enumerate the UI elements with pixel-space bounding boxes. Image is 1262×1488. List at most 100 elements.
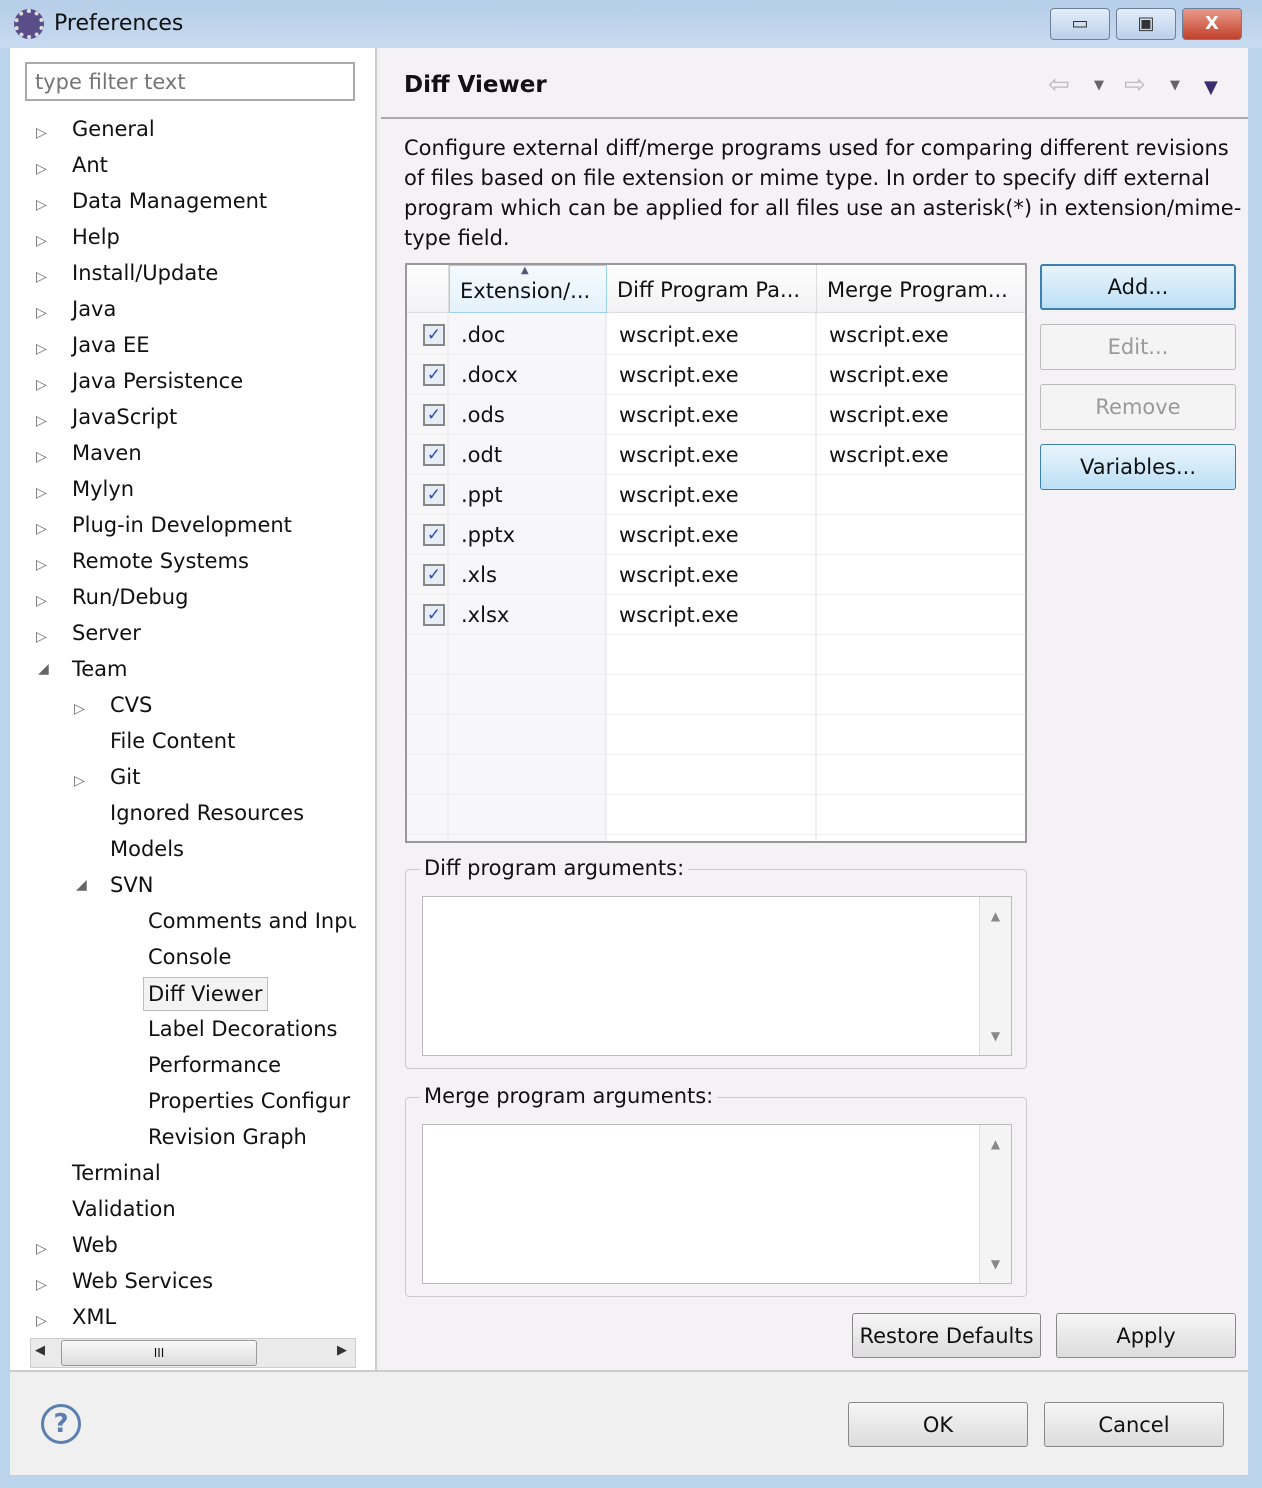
- tree-item-label: Mylyn: [72, 477, 135, 501]
- row-checkbox[interactable]: ✓: [423, 524, 445, 546]
- row-checkbox[interactable]: ✓: [423, 484, 445, 506]
- table-row[interactable]: ✓ .xls wscript.exe: [407, 555, 1025, 595]
- view-menu-icon[interactable]: ▼: [1204, 77, 1218, 98]
- diff-arguments-textarea[interactable]: ▲ ▼: [422, 896, 1012, 1056]
- tree-item-label: Plug-in Development: [72, 513, 292, 537]
- collapsed-arrow-icon[interactable]: ▷: [36, 477, 47, 509]
- tree-item-label: Comments and Inpu: [148, 909, 356, 933]
- expanded-arrow-icon[interactable]: ◢: [76, 869, 87, 901]
- tree-item-label: Install/Update: [72, 261, 219, 285]
- restore-defaults-button[interactable]: Restore Defaults: [852, 1313, 1041, 1358]
- cell-ext: .doc: [461, 323, 506, 347]
- forward-arrow-icon[interactable]: ⇨: [1124, 70, 1146, 100]
- ok-button[interactable]: OK: [848, 1402, 1028, 1447]
- table-row[interactable]: ✓ .doc wscript.exe wscript.exe: [407, 315, 1025, 355]
- expanded-arrow-icon[interactable]: ◢: [38, 653, 49, 685]
- preference-tree: ▷ General ▷ Ant ▷ Data Management ▷ Help ▷ Instal…: [0, 0, 356, 1336]
- collapsed-arrow-icon[interactable]: ▷: [36, 117, 47, 149]
- tree-item-label: Web Services: [72, 1269, 214, 1293]
- back-arrow-icon[interactable]: ⇦: [1048, 70, 1070, 100]
- table-row[interactable]: ✓ .odt wscript.exe wscript.exe: [407, 435, 1025, 475]
- row-checkbox[interactable]: ✓: [423, 364, 445, 386]
- tree-item-label: Ignored Resources: [110, 801, 305, 825]
- remove-button[interactable]: Remove: [1040, 384, 1236, 430]
- collapsed-arrow-icon[interactable]: ▷: [36, 1305, 47, 1336]
- header-merge-program[interactable]: Merge Program...: [817, 265, 1025, 313]
- collapsed-arrow-icon[interactable]: ▷: [36, 513, 47, 545]
- table-row[interactable]: ✓ .docx wscript.exe wscript.exe: [407, 355, 1025, 395]
- back-menu-chevron-icon[interactable]: ▼: [1094, 78, 1104, 93]
- cell-diff: wscript.exe: [619, 403, 739, 427]
- tree-item-label: Revision Graph: [148, 1125, 307, 1149]
- scroll-left-arrow-icon[interactable]: ◀: [35, 1343, 45, 1358]
- table-row[interactable]: ✓ .ppt wscript.exe: [407, 475, 1025, 515]
- collapsed-arrow-icon[interactable]: ▷: [36, 621, 47, 653]
- scroll-up-icon[interactable]: ▲: [980, 1137, 1011, 1151]
- close-button[interactable]: X: [1182, 8, 1242, 40]
- scroll-down-icon[interactable]: ▼: [980, 1257, 1011, 1271]
- empty-row: [407, 715, 1025, 755]
- table-row[interactable]: ✓ .ods wscript.exe wscript.exe: [407, 395, 1025, 435]
- collapsed-arrow-icon[interactable]: ▷: [36, 153, 47, 185]
- merge-arguments-scrollbar[interactable]: ▲ ▼: [979, 1125, 1011, 1283]
- collapsed-arrow-icon[interactable]: ▷: [36, 369, 47, 401]
- programs-table[interactable]: Extension/... ▲ Diff Program Pa... Merge…: [405, 263, 1027, 843]
- collapsed-arrow-icon[interactable]: ▷: [36, 1269, 47, 1301]
- diff-arguments-scrollbar[interactable]: ▲ ▼: [979, 897, 1011, 1055]
- cell-ext: .xls: [461, 563, 497, 587]
- maximize-button[interactable]: ▣: [1116, 8, 1176, 40]
- scroll-thumb[interactable]: III: [61, 1340, 257, 1366]
- collapsed-arrow-icon[interactable]: ▷: [36, 189, 47, 221]
- cancel-button[interactable]: Cancel: [1044, 1402, 1224, 1447]
- collapsed-arrow-icon[interactable]: ▷: [74, 765, 85, 797]
- minimize-button[interactable]: ▭: [1050, 8, 1110, 40]
- collapsed-arrow-icon[interactable]: ▷: [36, 549, 47, 581]
- cell-ext: .xlsx: [461, 603, 510, 627]
- tree-item-label: Git: [110, 765, 141, 789]
- empty-row: [407, 675, 1025, 715]
- tree-item-label: Server: [72, 621, 141, 645]
- tree-item-label: Java EE: [72, 333, 150, 357]
- collapsed-arrow-icon[interactable]: ▷: [36, 225, 47, 257]
- title-separator: [381, 117, 1248, 119]
- collapsed-arrow-icon[interactable]: ▷: [36, 1233, 47, 1265]
- table-row[interactable]: ✓ .pptx wscript.exe: [407, 515, 1025, 555]
- forward-menu-chevron-icon[interactable]: ▼: [1170, 78, 1180, 93]
- row-checkbox[interactable]: ✓: [423, 324, 445, 346]
- tree-item-label: Java Persistence: [72, 369, 244, 393]
- help-icon[interactable]: ?: [41, 1404, 81, 1444]
- row-checkbox[interactable]: ✓: [423, 404, 445, 426]
- collapsed-arrow-icon[interactable]: ▷: [36, 585, 47, 617]
- tree-item-label: Terminal: [72, 1161, 161, 1185]
- variables-button[interactable]: Variables...: [1040, 444, 1236, 490]
- row-checkbox[interactable]: ✓: [423, 604, 445, 626]
- tree-item-label: Models: [110, 837, 184, 861]
- collapsed-arrow-icon[interactable]: ▷: [36, 405, 47, 437]
- collapsed-arrow-icon[interactable]: ▷: [36, 333, 47, 365]
- apply-button[interactable]: Apply: [1056, 1313, 1236, 1358]
- row-checkbox[interactable]: ✓: [423, 564, 445, 586]
- row-checkbox[interactable]: ✓: [423, 444, 445, 466]
- tree-item-label: Data Management: [72, 189, 268, 213]
- tree-item-label: JavaScript: [72, 405, 178, 429]
- header-check: [407, 265, 449, 313]
- edit-button[interactable]: Edit...: [1040, 324, 1236, 370]
- add-button[interactable]: Add...: [1040, 264, 1236, 310]
- empty-row: [407, 755, 1025, 795]
- header-diff-program[interactable]: Diff Program Pa...: [607, 265, 817, 313]
- scroll-right-arrow-icon[interactable]: ▶: [337, 1343, 347, 1358]
- collapsed-arrow-icon[interactable]: ▷: [36, 441, 47, 473]
- scroll-down-icon[interactable]: ▼: [980, 1029, 1011, 1043]
- collapsed-arrow-icon[interactable]: ▷: [74, 693, 85, 725]
- table-row[interactable]: ✓ .xlsx wscript.exe: [407, 595, 1025, 635]
- sort-ascending-icon: ▲: [521, 265, 529, 276]
- scroll-up-icon[interactable]: ▲: [980, 909, 1011, 923]
- tree-item-label: SVN: [110, 873, 154, 897]
- tree-horizontal-scrollbar[interactable]: ◀ III ▶: [30, 1338, 356, 1368]
- cell-diff: wscript.exe: [619, 603, 739, 627]
- tree-item-label: Properties Configur: [148, 1089, 351, 1113]
- collapsed-arrow-icon[interactable]: ▷: [36, 261, 47, 293]
- merge-arguments-textarea[interactable]: ▲ ▼: [422, 1124, 1012, 1284]
- cell-ext: .ods: [461, 403, 505, 427]
- collapsed-arrow-icon[interactable]: ▷: [36, 297, 47, 329]
